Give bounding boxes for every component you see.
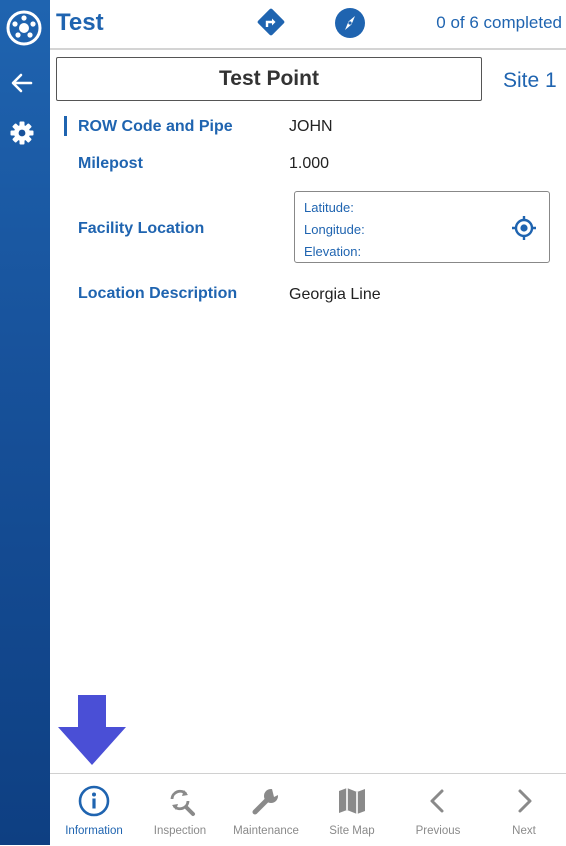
field-label-location-description: Location Description — [78, 285, 238, 302]
field-value-row-code[interactable]: JOHN — [289, 118, 333, 136]
map-icon — [339, 788, 365, 814]
tab-site-map-label: Site Map — [329, 825, 375, 837]
tab-maintenance[interactable]: Maintenance — [223, 774, 309, 846]
chevron-left-icon — [430, 789, 444, 813]
tab-information[interactable]: Information — [51, 774, 137, 846]
down-arrow-icon — [58, 695, 126, 765]
tab-next-label: Next — [512, 825, 536, 837]
site-label[interactable]: Site 1 — [503, 69, 557, 93]
tab-information-label: Information — [65, 825, 123, 837]
record-title: Test Point — [56, 57, 482, 101]
tab-next[interactable]: Next — [481, 774, 566, 846]
field-label-row-code: ROW Code and Pipe — [78, 118, 233, 135]
tab-previous[interactable]: Previous — [395, 774, 481, 846]
chevron-right-icon — [518, 789, 532, 813]
sidebar — [0, 0, 50, 845]
tab-maintenance-label: Maintenance — [233, 825, 299, 837]
field-label-facility-location: Facility Location — [78, 220, 205, 237]
app-logo-icon[interactable] — [4, 8, 44, 48]
tab-site-map[interactable]: Site Map — [309, 774, 395, 846]
tab-inspection[interactable]: Inspection — [137, 774, 223, 846]
inspection-icon — [170, 789, 195, 816]
back-arrow-icon[interactable] — [9, 70, 35, 96]
latitude-label: Latitude: — [304, 200, 354, 215]
facility-location-box[interactable]: Latitude: Longitude: Elevation: — [294, 191, 550, 263]
bottom-nav: Information Inspection Maintenance Site … — [50, 773, 566, 846]
tab-previous-label: Previous — [415, 825, 461, 837]
gear-icon[interactable] — [9, 120, 35, 146]
active-field-marker — [64, 116, 67, 136]
top-bar: Test 0 of 6 completed — [50, 0, 566, 50]
compass-icon[interactable] — [334, 7, 366, 39]
progress-text: 0 of 6 completed — [436, 13, 562, 32]
field-value-milepost[interactable]: 1.000 — [289, 155, 329, 173]
field-label-milepost: Milepost — [78, 155, 143, 172]
directions-icon[interactable] — [256, 7, 286, 37]
elevation-label: Elevation: — [304, 244, 362, 259]
wrench-icon — [252, 789, 280, 815]
app-title: Test — [56, 9, 104, 36]
gps-target-icon[interactable] — [511, 215, 537, 241]
field-value-location-description[interactable]: Georgia Line — [289, 286, 381, 304]
info-icon — [78, 785, 110, 817]
longitude-label: Longitude: — [304, 222, 365, 237]
tab-inspection-label: Inspection — [153, 825, 207, 837]
